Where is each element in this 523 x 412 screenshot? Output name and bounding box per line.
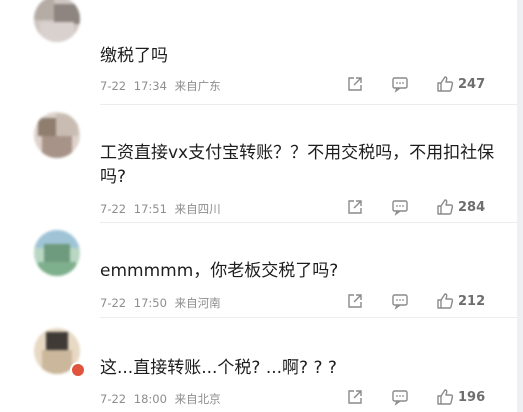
comment-actions: 196 — [346, 388, 485, 406]
comment-item: 缴税了吗 7-22 17:34 来自广东 247 — [0, 0, 517, 105]
share-icon[interactable] — [346, 198, 364, 216]
comment-icon[interactable] — [391, 75, 409, 93]
comment-item: 这...直接转账...个税? ...啊? ? ? 7-22 18:00 来自北京… — [0, 318, 517, 412]
comment-text: 工资直接vx支付宝转账？？不用交税吗，不用扣社保吗? — [100, 143, 495, 187]
comment-time: 17:50 — [133, 296, 167, 310]
thumbs-up-icon[interactable] — [436, 388, 454, 406]
comment-time: 17:51 — [133, 202, 167, 216]
comment-text: 这...直接转账...个税? ...啊? ? ? — [100, 358, 337, 378]
comment-icon[interactable] — [391, 388, 409, 406]
comment-actions: 247 — [346, 75, 485, 93]
share-icon[interactable] — [346, 292, 364, 310]
like-count: 196 — [458, 389, 486, 405]
comment-location: 来自河南 — [174, 296, 221, 310]
comment-item: 工资直接vx支付宝转账？？不用交税吗，不用扣社保吗? 7-22 17:51 来自… — [0, 105, 517, 223]
like-count: 247 — [458, 76, 486, 92]
share-icon[interactable] — [346, 388, 364, 406]
comment-item: emmmmm，你老板交税了吗? 7-22 17:50 来自河南 212 — [0, 223, 517, 318]
verified-badge — [70, 362, 86, 378]
avatar[interactable] — [34, 112, 80, 158]
comment-text: emmmmm，你老板交税了吗? — [100, 261, 339, 281]
thumbs-up-icon[interactable] — [436, 292, 454, 310]
comment-actions: 212 — [346, 292, 485, 310]
comment-text: 缴税了吗 — [100, 46, 168, 66]
avatar[interactable] — [34, 230, 80, 276]
like-count: 212 — [458, 293, 486, 309]
comment-time: 17:34 — [133, 79, 167, 93]
scrollbar-track[interactable] — [517, 0, 523, 412]
comment-location: 来自北京 — [174, 392, 221, 406]
comment-date: 7-22 — [100, 392, 127, 406]
comment-icon[interactable] — [391, 198, 409, 216]
comment-location: 来自四川 — [174, 202, 221, 216]
comment-date: 7-22 — [100, 202, 127, 216]
like-count: 284 — [458, 199, 486, 215]
comment-location: 来自广东 — [174, 79, 221, 93]
thumbs-up-icon[interactable] — [436, 198, 454, 216]
thumbs-up-icon[interactable] — [436, 75, 454, 93]
comment-meta: 7-22 18:00 来自北京 — [100, 391, 221, 407]
comment-icon[interactable] — [391, 292, 409, 310]
comment-time: 18:00 — [133, 392, 167, 406]
comment-meta: 7-22 17:51 来自四川 — [100, 201, 221, 217]
avatar[interactable] — [34, 0, 80, 42]
comment-actions: 284 — [346, 198, 485, 216]
share-icon[interactable] — [346, 75, 364, 93]
comment-date: 7-22 — [100, 79, 127, 93]
comment-meta: 7-22 17:50 来自河南 — [100, 295, 221, 311]
comment-date: 7-22 — [100, 296, 127, 310]
comment-meta: 7-22 17:34 来自广东 — [100, 78, 221, 94]
